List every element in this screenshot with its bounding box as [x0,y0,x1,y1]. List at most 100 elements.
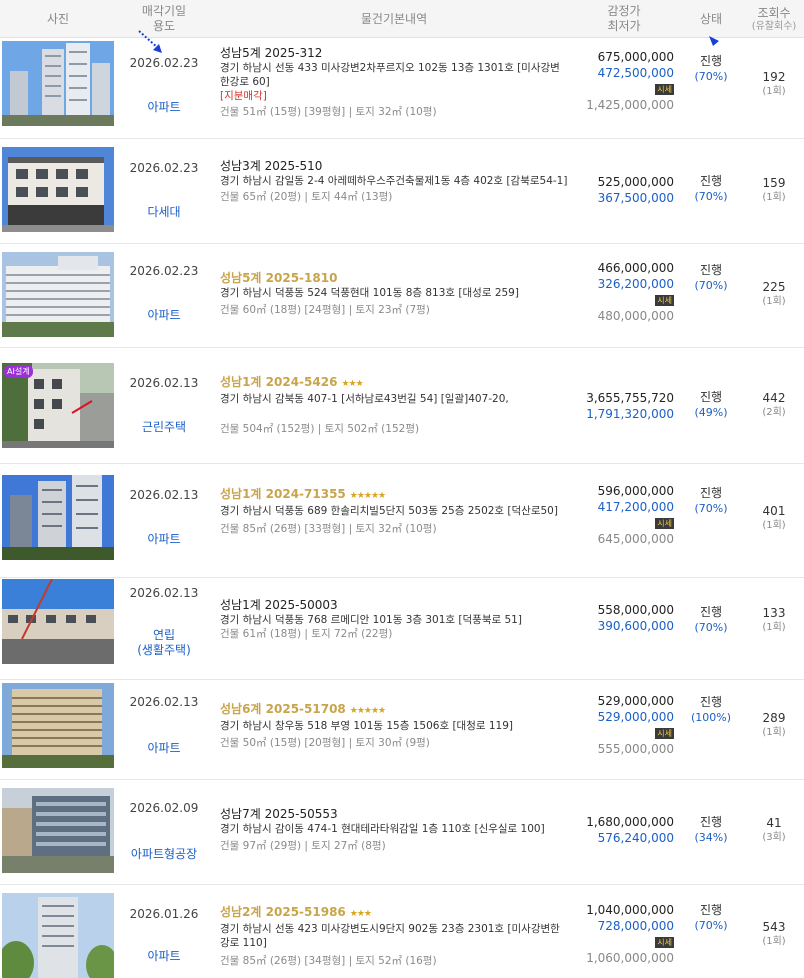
price-block: 525,000,000 367,500,000 [574,174,674,206]
header-price[interactable]: 감정가 최저가 [574,0,674,38]
usage-type: 근린주택 [118,420,210,435]
list-item[interactable]: 2026.02.23 아파트 성남5계 2025-1810 경기 하남시 덕풍동… [0,244,804,348]
rating-stars-icon: ★★★★★ [349,491,386,501]
address: 경기 하남시 덕풍동 689 한솔리치빌5단지 503동 25층 2502호 [… [220,505,558,517]
appraisal-price: 675,000,000 [597,50,674,64]
status-text: 진행 [699,605,723,619]
market-price-badge[interactable]: 시세 [655,295,674,306]
case-number-row[interactable]: 성남1계 2024-5426 ★★★ [220,375,568,392]
rating-stars-icon: ★★★ [341,379,363,389]
list-item[interactable]: AI설계 2026.02.13 근린주택 성남1계 2024-5426 ★★★ 경… [0,348,804,464]
price-block: 466,000,000 326,200,000 시세 480,000,000 [574,260,674,324]
market-price-badge[interactable]: 시세 [655,518,674,529]
case-number-row[interactable]: 성남1계 2024-71355 ★★★★★ [220,487,568,504]
usage-type: 다세대 [118,205,210,220]
market-price-badge[interactable]: 시세 [655,84,674,95]
market-price: 555,000,000 [597,742,674,756]
case-number[interactable]: 성남1계 2024-71355 [220,487,346,501]
property-info[interactable]: 성남7계 2025-50553 경기 하남시 감이동 474-1 현대테라타워감… [220,807,568,853]
price-block: 1,680,000,000 576,240,000 [574,814,674,846]
header-status[interactable]: 상태 [684,0,738,38]
sise-label: 시세 [657,938,672,947]
status-text: 진행 [699,390,723,404]
views-block: 225 (1회) [745,280,803,308]
property-photo[interactable] [2,41,114,126]
property-photo[interactable] [2,893,114,978]
area-info: 건물 65㎡ (20평) | 토지 44㎡ (13평) [220,191,393,203]
property-info[interactable]: 성남1계 2025-50003 경기 하남시 덕풍동 768 르메디안 101동… [220,598,568,641]
list-item[interactable]: 2026.02.23 아파트 성남5계 2025-312 경기 하남시 선동 4… [0,38,804,139]
property-photo[interactable] [2,252,114,337]
property-info[interactable]: 성남6계 2025-51708 ★★★★★ 경기 하남시 창우동 518 부영 1… [220,702,568,750]
fail-count: (1회) [762,192,786,203]
header-views[interactable]: 조회수 (유찰회수) [745,0,803,38]
address: 경기 하남시 덕풍동 524 덕풍현대 101동 8층 813호 [대성로 25… [220,287,519,299]
property-photo[interactable] [2,788,114,873]
case-number[interactable]: 성남6계 2025-51708 [220,702,346,716]
usage-type: 아파트 [118,100,210,115]
header-date[interactable]: 매각기일 용도 [118,0,210,38]
list-item[interactable]: 2026.01.26 아파트 성남2계 2025-51986 ★★★ 경기 하남시… [0,885,804,978]
usage-label: 아파트형공장 [130,847,198,861]
status-percent: (70%) [694,70,728,83]
address: 경기 하남시 선동 423 미사강변도시9단지 902동 23층 2301호 [… [220,923,560,949]
status-block: 진행 (70%) [684,173,738,204]
area-info: 건물 85㎡ (26평) [34평형] | 토지 52㎡ (16평) [220,955,437,967]
property-photo[interactable]: AI설계 [2,363,114,448]
case-number[interactable]: 성남2계 2025-51986 [220,905,346,919]
appraisal-price: 529,000,000 [597,694,674,708]
sise-label: 시세 [657,519,672,528]
property-photo[interactable] [2,475,114,560]
area-info: 건물 504㎡ (152평) | 토지 502㎡ (152평) [220,423,420,435]
address: 경기 하남시 감일동 2-4 아레떼하우스주건축물제1동 4층 402호 [감북… [220,175,568,187]
market-price: 1,060,000,000 [586,951,674,965]
property-photo[interactable] [2,579,114,664]
fail-count: (1회) [762,727,786,738]
views-block: 192 (1회) [745,70,803,98]
property-info[interactable]: 성남5계 2025-312 경기 하남시 선동 433 미사강변2차푸르지오 1… [220,46,568,119]
sise-label: 시세 [657,729,672,738]
header-photo-label: 사진 [46,11,70,26]
header-details-label: 물건기본내역 [360,11,428,26]
sale-date: 2026.02.23 [129,56,199,70]
usage-type: 아파트 [118,949,210,964]
property-info[interactable]: 성남1계 2024-71355 ★★★★★ 경기 하남시 덕풍동 689 한솔리치… [220,487,568,536]
address: 경기 하남시 덕풍동 768 르메디안 101동 3층 301호 [덕풍북로 5… [220,614,522,626]
list-item[interactable]: 2026.02.23 다세대 성남3계 2025-510 경기 하남시 감일동 … [0,139,804,244]
property-info[interactable]: 성남1계 2024-5426 ★★★ 경기 하남시 감북동 407-1 [서하남로… [220,375,568,436]
status-text: 진행 [699,54,723,68]
usage-label: 아파트 [147,532,181,546]
property-photo[interactable] [2,683,114,768]
market-price-badge[interactable]: 시세 [655,728,674,739]
header-views-label: 조회수 [757,5,791,20]
case-number[interactable]: 성남1계 2025-50003 [220,598,568,613]
sale-date: 2026.02.23 [129,264,199,278]
case-number-row[interactable]: 성남6계 2025-51708 ★★★★★ [220,702,568,719]
list-item[interactable]: 2026.02.13 아파트 성남1계 2024-71355 ★★★★★ 경기 하… [0,464,804,578]
ai-design-badge[interactable]: AI설계 [4,365,33,378]
usage-label: 아파트 [147,100,181,114]
case-number[interactable]: 성남7계 2025-50553 [220,807,568,822]
usage-type: 아파트 [118,741,210,756]
property-info[interactable]: 성남5계 2025-1810 경기 하남시 덕풍동 524 덕풍현대 101동 … [220,271,568,317]
property-info[interactable]: 성남3계 2025-510 경기 하남시 감일동 2-4 아레떼하우스주건축물제… [220,159,568,204]
case-number[interactable]: 성남5계 2025-312 [220,46,568,61]
minimum-price: 529,000,000 [597,710,674,724]
property-info[interactable]: 성남2계 2025-51986 ★★★ 경기 하남시 선동 423 미사강변도시9… [220,905,568,968]
case-number[interactable]: 성남3계 2025-510 [220,159,568,174]
case-number[interactable]: 성남1계 2024-5426 [220,375,337,389]
minimum-price: 576,240,000 [597,831,674,845]
sale-date: 2026.02.13 [129,376,199,390]
usage-label: 연립 [152,628,176,642]
list-item[interactable]: 2026.02.13 아파트 성남6계 2025-51708 ★★★★★ 경기 하… [0,680,804,780]
status-block: 진행 (70%) [684,485,738,516]
list-item[interactable]: 2026.02.09 아파트형공장 성남7계 2025-50553 경기 하남시… [0,780,804,885]
table-header: 사진 매각기일 용도 물건기본내역 감정가 최저가 상태 조회수 (유찰회수) [0,0,804,38]
share-sale-tag: [지분매각] [220,90,267,102]
property-photo[interactable] [2,147,114,232]
market-price-badge[interactable]: 시세 [655,937,674,948]
view-count: 133 [762,606,786,620]
case-number[interactable]: 성남5계 2025-1810 [220,271,568,286]
list-item[interactable]: 2026.02.13 연립 (생활주택) 성남1계 2025-50003 경기 … [0,578,804,680]
case-number-row[interactable]: 성남2계 2025-51986 ★★★ [220,905,568,922]
